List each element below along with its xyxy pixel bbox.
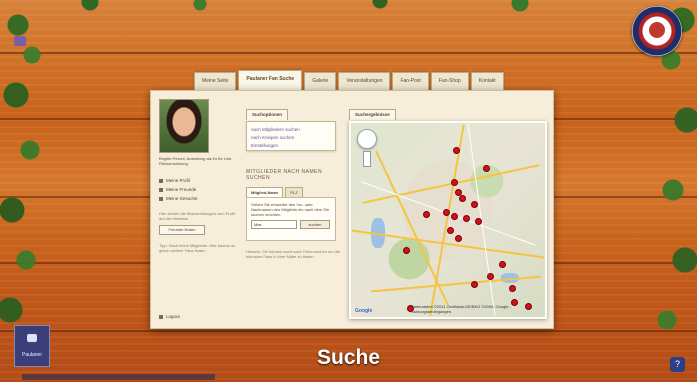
map-marker[interactable] <box>463 215 470 222</box>
friends-link[interactable]: Meine Freunde <box>159 185 241 194</box>
search-instructions: Geben Sie entweder den Vor- oder Nachnam… <box>251 202 330 217</box>
search-note: Hinweis: Sie können auch nach Orten such… <box>246 249 341 259</box>
search-options: Suchoptionen nach Mitgliedern suchen nac… <box>246 103 342 318</box>
bullet-icon <box>159 196 163 201</box>
settings-link[interactable]: Einstellungen <box>251 142 331 150</box>
results-map[interactable]: Google Kartendaten ©2011 GeoBasis-DE/BKG… <box>349 121 547 319</box>
search-members-link[interactable]: nach Mitgliedern suchen <box>251 126 331 134</box>
map-road <box>375 150 449 306</box>
logout-label: Logout <box>166 314 180 319</box>
profile-caption: Brigitte Peschl, Anstellung als ihr für … <box>159 156 233 166</box>
map-marker[interactable] <box>509 285 516 292</box>
map-marker[interactable] <box>451 213 458 220</box>
map-marker[interactable] <box>483 165 490 172</box>
tab-galerie[interactable]: Galerie <box>304 72 337 90</box>
search-button[interactable]: suchen <box>300 220 330 229</box>
map-zoom-control[interactable] <box>363 151 371 167</box>
map-marker[interactable] <box>471 201 478 208</box>
bullet-icon <box>159 178 163 183</box>
tile-icon <box>27 334 37 342</box>
profile-link-label: Meine Profil <box>166 178 190 183</box>
wood-background: Meine Seite Paulaner Fan Suche Galerie V… <box>0 0 697 382</box>
search-row: Max suchen <box>251 220 331 229</box>
map-brand: Google <box>355 308 373 314</box>
search-links-box: nach Mitgliedern suchen nach Kneipen suc… <box>246 121 336 151</box>
tab-plz[interactable]: PLZ <box>285 187 303 197</box>
map-road <box>429 124 465 316</box>
profile-links: Meine Profil Meine Freunde Meine Gesuche <box>159 176 241 203</box>
section-title: MITGLIEDER NACH NAMEN SUCHEN <box>246 169 323 181</box>
tab-suchergebnisse[interactable]: Suchergebnisse <box>349 109 396 120</box>
tab-meine-seite[interactable]: Meine Seite <box>194 72 237 90</box>
map-marker[interactable] <box>499 261 506 268</box>
main-tabs: Meine Seite Paulaner Fan Suche Galerie V… <box>194 70 504 90</box>
requests-link[interactable]: Meine Gesuche <box>159 194 241 203</box>
tab-member-name[interactable]: Mitglied-Name <box>246 187 284 197</box>
search-mode-tabs: Mitglied-Name PLZ <box>246 187 342 197</box>
map-copyright: Kartendaten ©2011 GeoBasis-DE/BKG ©2009,… <box>411 304 511 314</box>
logout-icon <box>159 314 163 319</box>
map-marker[interactable] <box>403 247 410 254</box>
map-marker[interactable] <box>471 281 478 288</box>
map-marker[interactable] <box>487 273 494 280</box>
ivy-decoration-right <box>627 0 697 382</box>
profile-hint: Hier stehen die Beschreibungen zum Profi… <box>159 211 235 221</box>
tab-fan-suche[interactable]: Paulaner Fan Suche <box>238 70 303 90</box>
video-caption: Suche <box>316 346 381 369</box>
tab-fan-shop[interactable]: Fan-Shop <box>430 72 469 90</box>
tab-suchoptionen[interactable]: Suchoptionen <box>246 109 288 120</box>
map-pan-control[interactable] <box>357 129 377 149</box>
profile-tip: Tipp: Noch keine Mitglieder. Hier kannst… <box>159 243 236 253</box>
find-friends-button[interactable]: Freunde finden <box>159 225 205 235</box>
plank-seam <box>0 52 697 54</box>
results-section: Suchergebnisse Google Kartendaten ©2011 … <box>349 103 547 321</box>
logo-emblem-icon <box>649 22 665 38</box>
paulaner-logo[interactable] <box>632 6 682 56</box>
search-form: Geben Sie entweder den Vor- oder Nachnam… <box>246 197 336 241</box>
logout-link[interactable]: Logout <box>159 314 180 319</box>
map-marker[interactable] <box>443 209 450 216</box>
map-marker[interactable] <box>451 179 458 186</box>
bullet-icon <box>159 187 163 192</box>
ivy-decoration-top <box>0 0 697 16</box>
search-pubs-link[interactable]: nach Kneipen suchen <box>251 134 331 142</box>
content-panel: Brigitte Peschl, Anstellung als ihr für … <box>150 90 554 329</box>
footer-strip <box>22 374 215 380</box>
profile-sidebar: Brigitte Peschl, Anstellung als ihr für … <box>159 99 241 321</box>
flag-icon[interactable] <box>14 36 26 46</box>
map-marker[interactable] <box>455 235 462 242</box>
search-input[interactable]: Max <box>251 220 297 229</box>
profile-link[interactable]: Meine Profil <box>159 176 241 185</box>
requests-link-label: Meine Gesuche <box>166 196 198 201</box>
friends-link-label: Meine Freunde <box>166 187 197 192</box>
map-marker[interactable] <box>459 195 466 202</box>
map-marker[interactable] <box>423 211 430 218</box>
map-marker[interactable] <box>475 218 482 225</box>
tab-fan-post[interactable]: Fan-Post <box>392 72 429 90</box>
map-marker[interactable] <box>447 227 454 234</box>
fan-portal-window: Meine Seite Paulaner Fan Suche Galerie V… <box>150 70 554 329</box>
map-marker[interactable] <box>453 147 460 154</box>
plank-seam <box>0 330 697 332</box>
tab-kontakt[interactable]: Kontakt <box>470 72 504 90</box>
tab-veranstaltungen[interactable]: Veranstaltungen <box>338 72 391 90</box>
avatar[interactable] <box>159 99 209 153</box>
